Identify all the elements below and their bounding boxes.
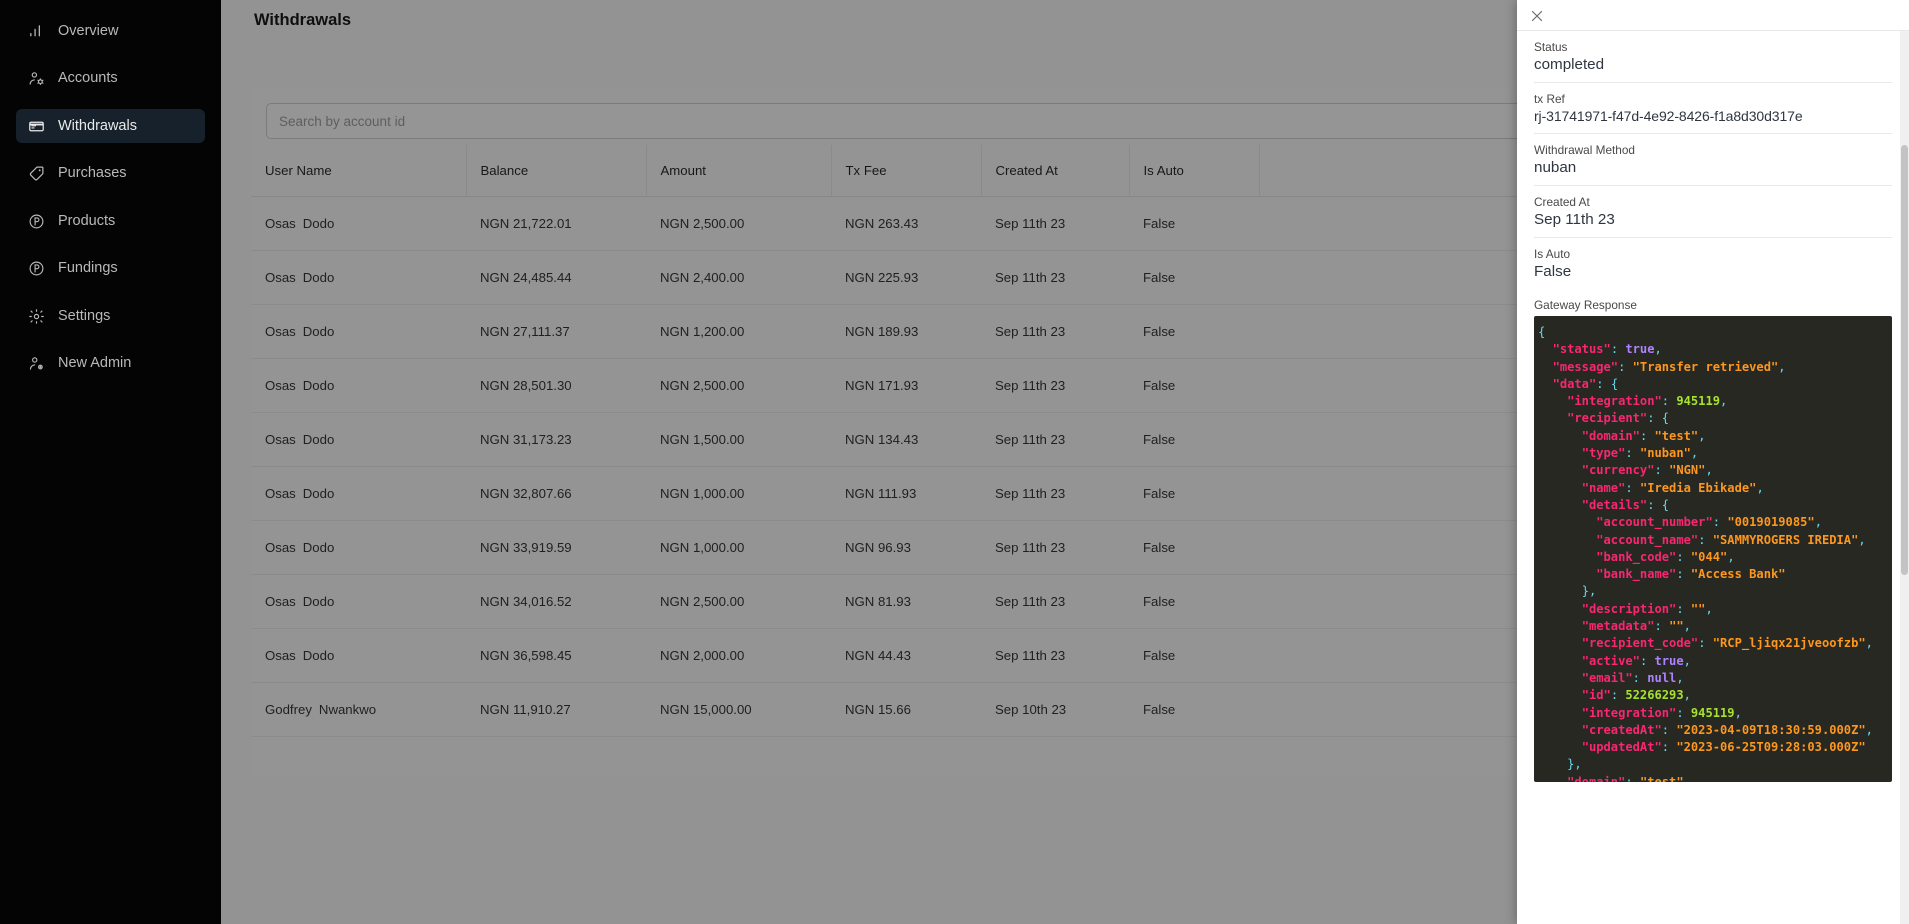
gateway-response-label: Gateway Response	[1534, 298, 1637, 312]
sidebar-item-label: Purchases	[58, 165, 127, 182]
sidebar-item-label: Accounts	[58, 70, 118, 87]
sidebar-item-products[interactable]: Products	[16, 204, 205, 238]
field-value: rj-31741971-f47d-4e92-8426-f1a8d30d317e	[1534, 108, 1803, 124]
sidebar-nav: Overview Accounts Withdrawals Purchases Prod…	[0, 0, 221, 381]
sidebar-item-label: Withdrawals	[58, 117, 137, 134]
sidebar-item-label: New Admin	[58, 355, 132, 372]
drawer-field-status: Status completed	[1534, 31, 1892, 83]
field-value: completed	[1534, 56, 1605, 73]
sidebar-item-label: Settings	[58, 307, 111, 324]
tag-icon	[28, 165, 45, 182]
user-cog-icon	[28, 70, 45, 87]
sidebar-item-settings[interactable]: Settings	[16, 299, 205, 333]
field-value: nuban	[1534, 159, 1577, 176]
gear-icon	[28, 308, 45, 325]
p-circle-icon	[28, 260, 45, 277]
sidebar-item-label: Overview	[58, 22, 119, 39]
gateway-response-code-block[interactable]: { "status": true, "message": "Transfer r…	[1534, 316, 1892, 782]
sidebar-item-fundings[interactable]: Fundings	[16, 252, 205, 286]
sidebar-item-purchases[interactable]: Purchases	[16, 157, 205, 191]
field-label: Is Auto	[1534, 247, 1571, 261]
sidebar-item-accounts[interactable]: Accounts	[16, 62, 205, 96]
drawer-scrollbar-thumb[interactable]	[1901, 145, 1908, 575]
drawer-field-tx-ref: tx Ref rj-31741971-f47d-4e92-8426-f1a8d30…	[1534, 83, 1892, 134]
field-label: tx Ref	[1534, 92, 1565, 106]
field-label: Withdrawal Method	[1534, 143, 1635, 157]
bar-chart-icon	[28, 23, 45, 40]
sidebar-item-new-admin[interactable]: New Admin	[16, 347, 205, 381]
sidebar: Overview Accounts Withdrawals Purchases Prod…	[0, 0, 221, 924]
gateway-response-json: { "status": true, "message": "Transfer r…	[1538, 325, 1873, 782]
withdrawal-detail-drawer: Status completed tx Ref rj-31741971-f47d-4e…	[1517, 0, 1909, 924]
drawer-field-is-auto: Is Auto False	[1534, 238, 1892, 289]
app-root: Withdrawals User Name Balance Amount Tx …	[0, 0, 1909, 924]
sidebar-item-withdrawals[interactable]: Withdrawals	[16, 109, 205, 143]
drawer-body: Status completed tx Ref rj-31741971-f47d-4e…	[1517, 31, 1909, 924]
field-value: Sep 11th 23	[1534, 211, 1615, 228]
sidebar-item-label: Fundings	[58, 260, 118, 277]
drawer-field-withdrawal-method: Withdrawal Method nuban	[1534, 134, 1892, 186]
card-icon	[28, 118, 45, 135]
close-icon[interactable]	[1528, 7, 1546, 25]
drawer-fields: Status completed tx Ref rj-31741971-f47d-4e…	[1534, 31, 1892, 289]
drawer-header	[1517, 0, 1909, 31]
sidebar-item-label: Products	[58, 212, 116, 229]
user-plus-icon	[28, 355, 45, 372]
sidebar-item-overview[interactable]: Overview	[16, 14, 205, 48]
field-label: Status	[1534, 40, 1568, 54]
p-circle-icon	[28, 213, 45, 230]
field-value: False	[1534, 263, 1572, 280]
field-label: Created At	[1534, 195, 1590, 209]
drawer-field-created-at: Created At Sep 11th 23	[1534, 186, 1892, 238]
